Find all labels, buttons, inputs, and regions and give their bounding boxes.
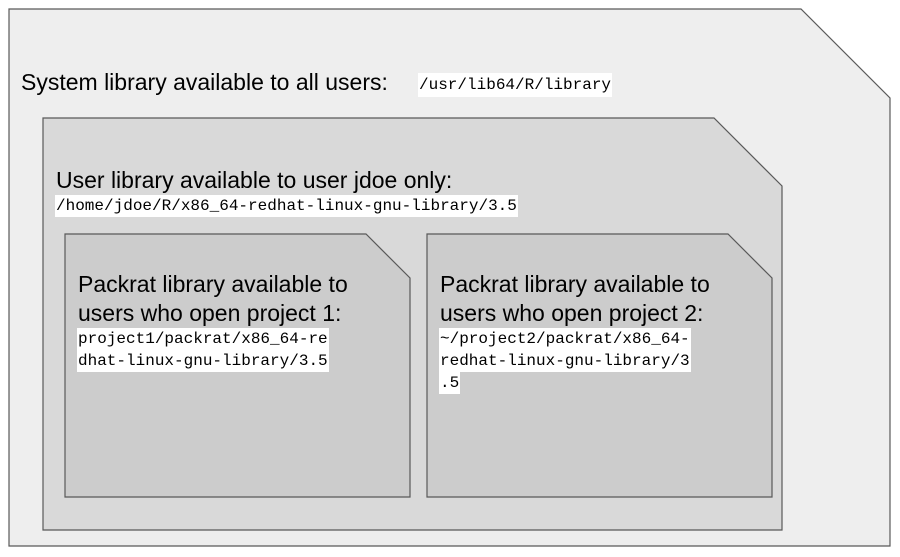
system-library-path: /usr/lib64/R/library bbox=[418, 73, 613, 97]
project2-label-line2: users who open project 2: bbox=[440, 300, 704, 326]
user-library-path: /home/jdoe/R/x86_64-redhat-linux-gnu-lib… bbox=[55, 195, 518, 217]
project1-label-line2: users who open project 1: bbox=[78, 300, 342, 326]
project2-path-line2: redhat-linux-gnu-library/3 bbox=[439, 350, 691, 372]
project2-path-line3: .5 bbox=[439, 372, 461, 394]
project1-path-line2: dhat-linux-gnu-library/3.5 bbox=[77, 350, 329, 372]
system-library-label: System library available to all users: bbox=[21, 69, 388, 95]
project2-label-line1: Packrat library available to bbox=[440, 271, 710, 297]
user-library-label: User library available to user jdoe only… bbox=[56, 167, 453, 193]
project1-label-line1: Packrat library available to bbox=[78, 271, 348, 297]
project2-path-line1: ~/project2/packrat/x86_64- bbox=[439, 328, 691, 350]
project1-path-line1: project1/packrat/x86_64-re bbox=[77, 328, 329, 350]
